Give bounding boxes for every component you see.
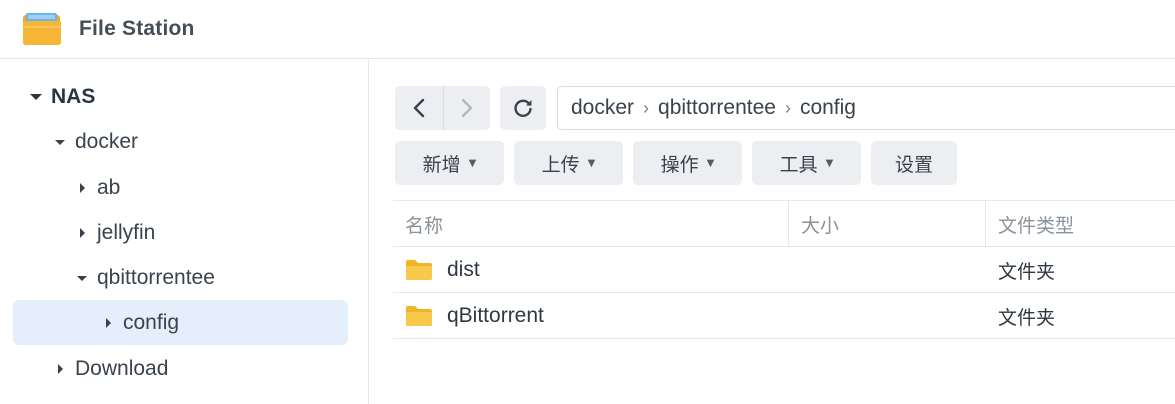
file-table: 名称 大小 文件类型 dist 文件夹 qBittorrent 文件夹 xyxy=(393,200,1175,339)
file-name-cell: qBittorrent xyxy=(405,293,544,339)
tree-item-docker[interactable]: docker xyxy=(52,120,138,164)
tree-item-download[interactable]: Download xyxy=(52,347,168,391)
main-panel: docker › qbittorrentee › config 新增 ▼ 上传 … xyxy=(370,60,1175,404)
new-label: 新增 xyxy=(422,153,461,176)
dropdown-caret-icon: ▼ xyxy=(468,157,477,169)
action-button[interactable]: 操作 ▼ xyxy=(633,141,742,185)
table-header: 名称 大小 文件类型 xyxy=(393,200,1175,247)
file-name: dist xyxy=(447,258,480,281)
tree-label: qbittorrentee xyxy=(97,266,215,289)
file-name-cell: dist xyxy=(405,247,480,293)
title-bar: File Station xyxy=(0,0,1175,59)
upload-button[interactable]: 上传 ▼ xyxy=(514,141,623,185)
refresh-button[interactable] xyxy=(500,86,546,130)
breadcrumb-separator-icon: › xyxy=(643,97,650,118)
tree-item-ab[interactable]: ab xyxy=(74,166,120,210)
file-name: qBittorrent xyxy=(447,304,544,327)
column-header-name[interactable]: 名称 xyxy=(393,201,788,247)
settings-label: 设置 xyxy=(894,153,933,176)
tree-label: jellyfin xyxy=(97,221,156,244)
upload-label: 上传 xyxy=(541,153,580,176)
tree-item-qbittorrentee[interactable]: qbittorrentee xyxy=(74,256,215,300)
toolbar: 新增 ▼ 上传 ▼ 操作 ▼ 工具 ▼ 设置 xyxy=(395,141,957,185)
new-button[interactable]: 新增 ▼ xyxy=(395,141,504,185)
table-row[interactable]: qBittorrent 文件夹 xyxy=(393,293,1175,339)
caret-down-icon[interactable] xyxy=(52,134,68,150)
tree-label: docker xyxy=(75,130,139,153)
tree-item-config[interactable]: config xyxy=(100,301,179,345)
path-bar[interactable]: docker › qbittorrentee › config xyxy=(557,86,1175,130)
settings-button[interactable]: 设置 xyxy=(871,141,957,185)
dropdown-caret-icon: ▼ xyxy=(825,157,834,169)
column-header-type[interactable]: 文件类型 xyxy=(985,201,1175,247)
caret-right-icon[interactable] xyxy=(74,225,90,241)
dropdown-caret-icon: ▼ xyxy=(706,157,715,169)
breadcrumb-separator-icon: › xyxy=(784,97,791,118)
history-nav xyxy=(395,86,490,130)
tree-label: NAS xyxy=(51,85,96,108)
refresh-icon xyxy=(514,99,532,117)
breadcrumb-qbittorrentee[interactable]: qbittorrentee xyxy=(658,96,776,120)
caret-down-icon[interactable] xyxy=(28,89,44,105)
caret-right-icon[interactable] xyxy=(52,361,68,377)
selected-highlight xyxy=(13,300,348,345)
caret-down-icon[interactable] xyxy=(74,270,90,286)
folder-icon xyxy=(406,306,432,326)
forward-button[interactable] xyxy=(442,86,491,130)
tree-label: Download xyxy=(75,357,169,380)
tree-root-nas[interactable]: NAS xyxy=(28,75,95,119)
tools-label: 工具 xyxy=(779,153,818,176)
tree-label: ab xyxy=(97,176,121,199)
table-row[interactable]: dist 文件夹 xyxy=(393,247,1175,293)
file-type: 文件夹 xyxy=(998,260,1056,283)
breadcrumb-docker[interactable]: docker xyxy=(571,96,634,120)
back-button[interactable] xyxy=(395,86,443,130)
folder-tree: NAS docker ab jellyfin qbittorrentee con… xyxy=(0,60,369,404)
tree-item-jellyfin[interactable]: jellyfin xyxy=(74,211,155,255)
chevron-left-icon xyxy=(413,98,424,118)
action-label: 操作 xyxy=(660,153,699,176)
tree-label: config xyxy=(123,311,180,334)
folder-icon xyxy=(406,260,432,280)
app-title: File Station xyxy=(79,17,195,40)
folder-app-icon xyxy=(23,13,61,45)
dropdown-caret-icon: ▼ xyxy=(587,157,596,169)
file-type: 文件夹 xyxy=(998,306,1056,329)
column-header-size[interactable]: 大小 xyxy=(788,201,985,247)
tools-button[interactable]: 工具 ▼ xyxy=(752,141,861,185)
breadcrumb-config[interactable]: config xyxy=(800,96,856,120)
caret-right-icon[interactable] xyxy=(74,180,90,196)
chevron-right-icon xyxy=(461,98,472,118)
caret-right-icon[interactable] xyxy=(100,315,116,331)
